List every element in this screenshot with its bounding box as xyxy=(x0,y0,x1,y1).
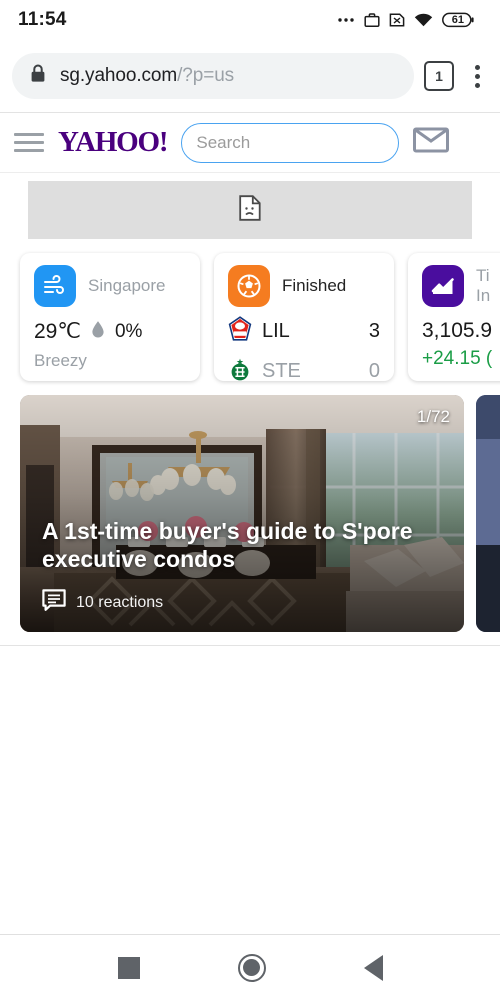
sports-card-header: Finished xyxy=(228,265,380,307)
battery-icon: 61 xyxy=(441,12,486,28)
phone-screen: 11:54 61 sg.yahoo.com/?p=us 1 YAHOO! Sea… xyxy=(0,0,500,1000)
tab-switcher-button[interactable]: 1 xyxy=(424,61,454,91)
team-abbr: STE xyxy=(262,360,301,382)
address-bar[interactable]: sg.yahoo.com/?p=us xyxy=(12,53,414,99)
weather-card[interactable]: Singapore 29℃ 0% Breezy xyxy=(20,253,200,381)
wind-icon xyxy=(34,265,76,307)
hamburger-icon[interactable] xyxy=(14,133,44,152)
info-card-strip[interactable]: Singapore 29℃ 0% Breezy Finished LIL 3 S… xyxy=(0,239,500,382)
lock-icon xyxy=(30,64,46,88)
yahoo-site-header: YAHOO! xyxy=(0,113,500,173)
team-abbr: LIL xyxy=(262,320,290,342)
article-next-photo xyxy=(476,395,500,632)
finance-name-line1: Ti xyxy=(476,266,490,286)
weather-temperature: 29℃ xyxy=(34,320,81,343)
weather-precipitation: 0% xyxy=(114,320,143,342)
circle-home-icon[interactable] xyxy=(237,953,266,982)
page-viewport: YAHOO! Search Singapore 29℃ 0% Breezy Fi… xyxy=(0,112,500,934)
mail-envelope-icon xyxy=(413,126,450,159)
water-drop-icon xyxy=(91,320,105,344)
sports-status: Finished xyxy=(282,276,347,296)
mail-button[interactable] xyxy=(413,126,450,159)
wifi-icon xyxy=(414,13,433,28)
finance-name-line2: In xyxy=(476,286,491,305)
sports-card[interactable]: Finished LIL 3 STE 0 xyxy=(214,253,394,382)
article-card-next[interactable] xyxy=(476,395,500,632)
status-time: 11:54 xyxy=(18,9,67,30)
battery-level: 61 xyxy=(451,14,464,26)
comment-bubble-icon xyxy=(42,589,66,616)
line-chart-icon xyxy=(422,265,464,307)
kebab-menu-icon[interactable] xyxy=(464,61,490,91)
table-row: LIL 3 xyxy=(228,316,380,347)
url-path: /?p=us xyxy=(177,65,235,86)
search-bar[interactable] xyxy=(181,122,400,163)
team-score: 0 xyxy=(368,360,380,382)
weather-card-header: Singapore xyxy=(34,265,186,307)
yahoo-logo[interactable]: YAHOO! xyxy=(58,128,169,157)
triangle-back-icon[interactable] xyxy=(363,954,383,981)
finance-index-name: Ti In xyxy=(476,266,490,305)
article-title[interactable]: A 1st-time buyer's guide to S'pore execu… xyxy=(42,517,442,574)
url-host: sg.yahoo.com xyxy=(60,65,178,86)
reactions-count: 10 reactions xyxy=(76,593,164,611)
finance-value: 3,105.9 xyxy=(422,319,493,342)
article-reactions[interactable]: 10 reactions xyxy=(42,589,442,616)
no-sim-icon xyxy=(389,12,405,28)
work-briefcase-icon xyxy=(364,12,380,28)
team-score: 3 xyxy=(368,320,380,342)
status-icons: 61 xyxy=(337,12,486,28)
search-input[interactable] xyxy=(182,123,399,162)
weather-readout: 29℃ 0% xyxy=(34,319,186,344)
table-row: STE 0 xyxy=(228,356,380,387)
finance-card-header: Ti In xyxy=(422,265,500,307)
article-overlay: A 1st-time buyer's guide to S'pore execu… xyxy=(42,517,442,616)
article-carousel[interactable]: 1/72 A 1st-time buyer's guide to S'pore … xyxy=(0,381,500,632)
saint-etienne-crest-icon xyxy=(228,356,252,387)
weather-condition: Breezy xyxy=(34,351,87,370)
article-card[interactable]: 1/72 A 1st-time buyer's guide to S'pore … xyxy=(20,395,464,632)
url-text: sg.yahoo.com/?p=us xyxy=(60,65,234,87)
square-recents-icon[interactable] xyxy=(117,956,140,979)
lille-crest-icon xyxy=(228,316,252,347)
soccer-ball-icon xyxy=(228,265,270,307)
finance-card[interactable]: Ti In 3,105.9 +24.15 ( xyxy=(408,253,500,381)
content-divider xyxy=(0,645,500,646)
ellipsis-icon xyxy=(337,16,355,24)
carousel-counter: 1/72 xyxy=(416,407,450,426)
android-nav-bar xyxy=(0,934,500,1000)
broken-image-banner xyxy=(28,181,472,239)
broken-image-icon xyxy=(239,194,261,226)
weather-location: Singapore xyxy=(88,276,166,296)
browser-toolbar: sg.yahoo.com/?p=us 1 xyxy=(0,40,500,112)
status-bar: 11:54 61 xyxy=(0,0,500,40)
finance-change: +24.15 ( xyxy=(422,348,493,369)
